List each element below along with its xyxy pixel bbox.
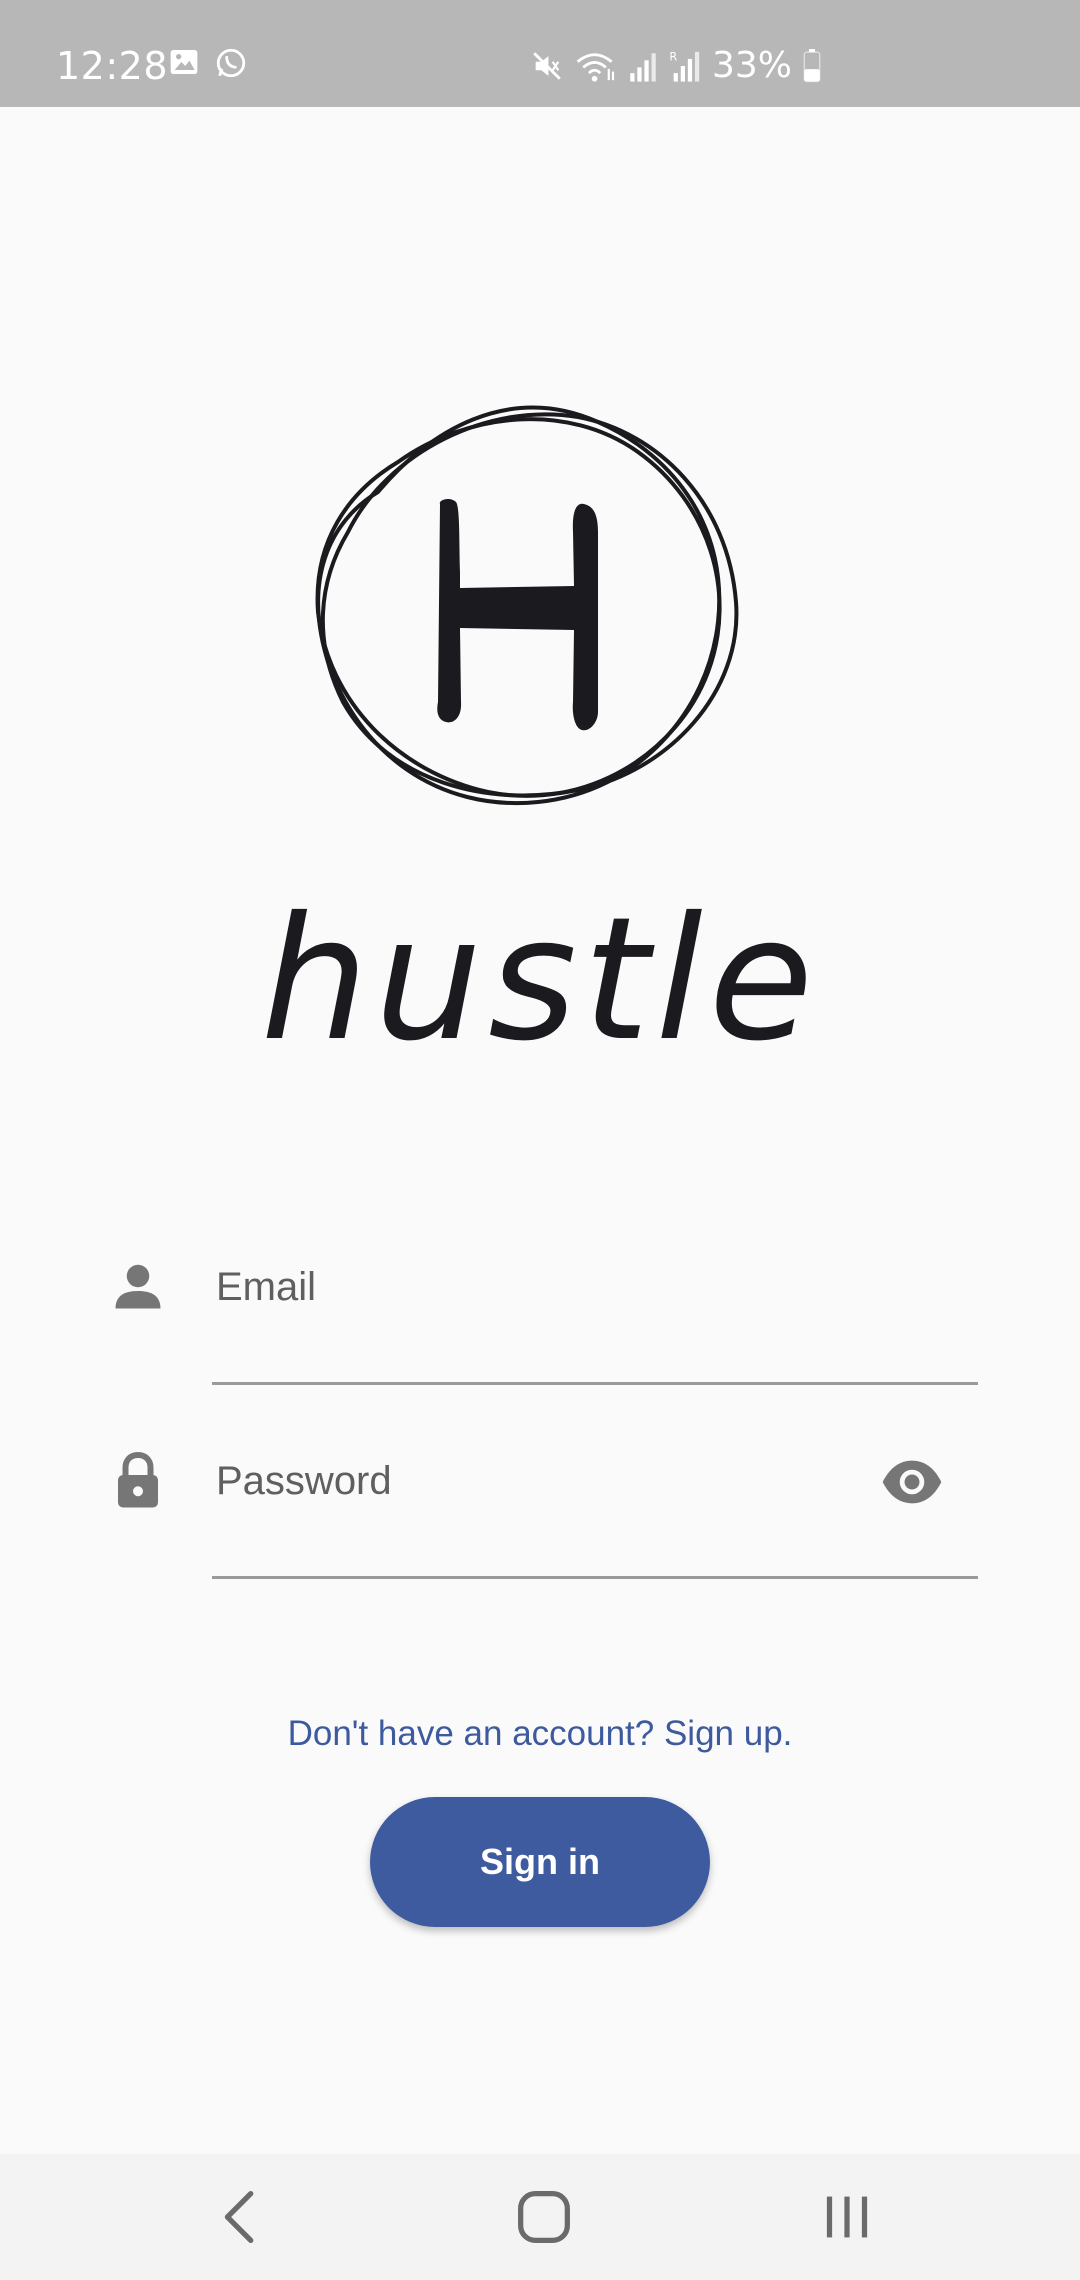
app-name: hustle: [260, 881, 820, 1079]
email-underline: [212, 1382, 978, 1385]
status-right-icons: R 33%: [530, 44, 822, 88]
signin-button[interactable]: Sign in: [370, 1797, 710, 1927]
navigation-bar: [0, 2154, 1080, 2280]
password-field: [108, 1426, 978, 1579]
status-time: 12:28: [56, 44, 169, 88]
email-field: [108, 1232, 978, 1385]
wifi-icon: [576, 53, 615, 82]
roaming-signal-icon: R: [669, 49, 700, 82]
svg-text:R: R: [669, 49, 677, 63]
password-underline: [212, 1576, 978, 1579]
recents-icon[interactable]: [812, 2182, 882, 2252]
gallery-icon: [170, 50, 198, 74]
status-left-icons: [168, 46, 248, 80]
back-icon[interactable]: [207, 2182, 277, 2252]
app-logo: [315, 405, 739, 806]
status-bar: 12:28 R 33%: [0, 0, 1080, 107]
mute-icon: [533, 52, 561, 80]
home-icon[interactable]: [509, 2182, 579, 2252]
signup-link[interactable]: Don't have an account? Sign up.: [0, 1710, 1080, 1758]
login-screen: 12:28 R 33% hustle Email Don't have an a…: [0, 0, 1080, 2280]
whatsapp-icon: [216, 48, 246, 78]
lock-icon: [118, 1451, 158, 1508]
signal-icon: [630, 53, 656, 82]
person-icon: [115, 1264, 161, 1309]
battery-percent: 33%: [712, 45, 793, 86]
eye-icon[interactable]: [880, 1450, 944, 1514]
password-input[interactable]: [212, 1426, 974, 1536]
email-input[interactable]: [212, 1232, 974, 1342]
battery-icon: [803, 49, 821, 83]
